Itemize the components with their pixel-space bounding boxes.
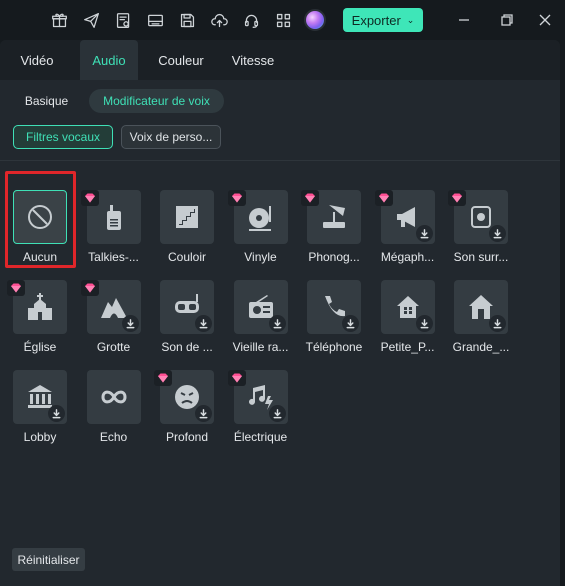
walkie-talkie-icon — [99, 202, 129, 232]
premium-gem-icon — [80, 190, 99, 206]
export-button[interactable]: Exporter ⌄ — [343, 8, 423, 32]
download-icon[interactable] — [121, 315, 139, 332]
subtab-basique[interactable]: Basique — [15, 89, 78, 113]
send-icon[interactable] — [80, 9, 102, 31]
voice-filter-label: Électrique — [233, 430, 288, 444]
title-bar: Exporter ⌄ — [0, 0, 565, 40]
voice-filter-mégaph[interactable]: Mégaph... — [372, 190, 444, 270]
stairs-icon — [172, 202, 202, 232]
minimize-icon[interactable] — [454, 10, 474, 30]
tab-audio[interactable]: Audio — [80, 40, 138, 80]
voice-filter-profond[interactable]: Profond — [151, 370, 223, 450]
cloud-upload-icon[interactable] — [208, 9, 230, 31]
premium-gem-icon — [448, 190, 466, 206]
voice-filter-vinyle[interactable]: Vinyle — [225, 190, 297, 270]
voice-filter-vieille-ra[interactable]: Vieille ra... — [225, 280, 297, 360]
tab-video[interactable]: Vidéo — [8, 40, 66, 80]
voice-filter-label: Mégaph... — [380, 250, 435, 264]
download-icon[interactable] — [195, 315, 212, 332]
premium-gem-icon — [301, 190, 319, 206]
export-label: Exporter — [351, 12, 401, 28]
pill-filtres-vocaux[interactable]: Filtres vocaux — [13, 125, 113, 149]
voice-filter-label: Phonog... — [308, 250, 360, 264]
save-icon[interactable] — [176, 9, 198, 31]
premium-gem-icon — [7, 280, 25, 296]
voice-filter-phonog[interactable]: Phonog... — [298, 190, 370, 270]
download-icon[interactable] — [48, 405, 65, 422]
voice-filter-son-surr[interactable]: Son surr... — [445, 190, 517, 270]
voice-filter-label: Couloir — [167, 250, 206, 264]
premium-gem-icon — [154, 370, 172, 386]
grid-icon[interactable] — [272, 9, 294, 31]
tab-vitesse[interactable]: Vitesse — [224, 40, 282, 80]
voice-filter-grotte[interactable]: Grotte — [78, 280, 150, 360]
voice-filter-thumbnail[interactable] — [160, 190, 214, 244]
document-cog-icon[interactable] — [112, 9, 134, 31]
voice-filter-couloir[interactable]: Couloir — [151, 190, 223, 270]
voice-filter-label: Téléphone — [305, 340, 363, 354]
restore-icon[interactable] — [497, 10, 517, 30]
keyboard-icon[interactable] — [144, 9, 166, 31]
download-icon[interactable] — [489, 225, 506, 242]
reset-button[interactable]: Réinitialiser — [12, 548, 85, 571]
voice-filter-label: Vieille ra... — [232, 340, 289, 354]
voice-filter-label: Echo — [99, 430, 128, 444]
voice-filter-grande[interactable]: Grande_... — [445, 280, 517, 360]
voice-filter-son-de[interactable]: Son de ... — [151, 280, 223, 360]
download-icon[interactable] — [342, 315, 359, 332]
subtab-modificateur-de-voix[interactable]: Modificateur de voix — [89, 89, 224, 113]
voice-filter-thumbnail[interactable] — [86, 370, 141, 424]
voice-filter-label: Talkies-... — [88, 250, 139, 264]
download-icon[interactable] — [195, 405, 212, 422]
voice-filter-echo[interactable]: Echo — [78, 370, 150, 450]
phonograph-icon — [319, 202, 349, 232]
premium-gem-icon — [80, 280, 99, 296]
voice-filter-label: Petite_P... — [380, 340, 435, 354]
voice-filter-label: Vinyle — [244, 250, 277, 264]
voice-filter-téléphone[interactable]: Téléphone — [298, 280, 370, 360]
selection-highlight-frame — [5, 171, 76, 268]
turntable-icon — [246, 202, 276, 232]
church-icon — [25, 292, 55, 322]
voice-filter-label: Profond — [165, 430, 209, 444]
voice-filter-label: Église — [23, 340, 57, 354]
download-icon[interactable] — [415, 225, 433, 242]
infinity-icon — [99, 382, 129, 412]
download-icon[interactable] — [489, 315, 506, 332]
voice-filter-label: Grotte — [96, 340, 131, 354]
gift-icon[interactable] — [48, 9, 70, 31]
voice-filter-label: Lobby — [23, 430, 57, 444]
voice-filter-église[interactable]: Église — [4, 280, 76, 360]
voice-filter-électrique[interactable]: Électrique — [225, 370, 297, 450]
tab-couleur[interactable]: Couleur — [150, 40, 212, 80]
divider — [0, 160, 560, 161]
download-icon[interactable] — [268, 315, 286, 332]
voice-filter-lobby[interactable]: Lobby — [4, 370, 76, 450]
panel-edge — [560, 40, 565, 586]
tab-bar: Vidéo Audio Couleur Vitesse — [0, 40, 560, 80]
voice-filter-petite-p[interactable]: Petite_P... — [372, 280, 444, 360]
ai-orb-icon[interactable] — [304, 9, 326, 31]
pill-voix-de-perso[interactable]: Voix de perso... — [121, 125, 221, 149]
download-icon[interactable] — [268, 405, 286, 422]
properties-panel: Vidéo Audio Couleur Vitesse Basique Modi… — [0, 40, 560, 586]
voice-filter-label: Son de ... — [161, 340, 213, 354]
download-icon[interactable] — [415, 315, 433, 332]
close-icon[interactable] — [535, 10, 555, 30]
headset-icon[interactable] — [240, 9, 262, 31]
chevron-down-icon: ⌄ — [406, 14, 415, 25]
premium-gem-icon — [227, 190, 246, 206]
voice-filter-label: Son surr... — [453, 250, 509, 264]
premium-gem-icon — [227, 370, 246, 386]
premium-gem-icon — [374, 190, 393, 206]
voice-filter-talkies[interactable]: Talkies-... — [78, 190, 150, 270]
voice-filter-label: Grande_... — [452, 340, 510, 354]
